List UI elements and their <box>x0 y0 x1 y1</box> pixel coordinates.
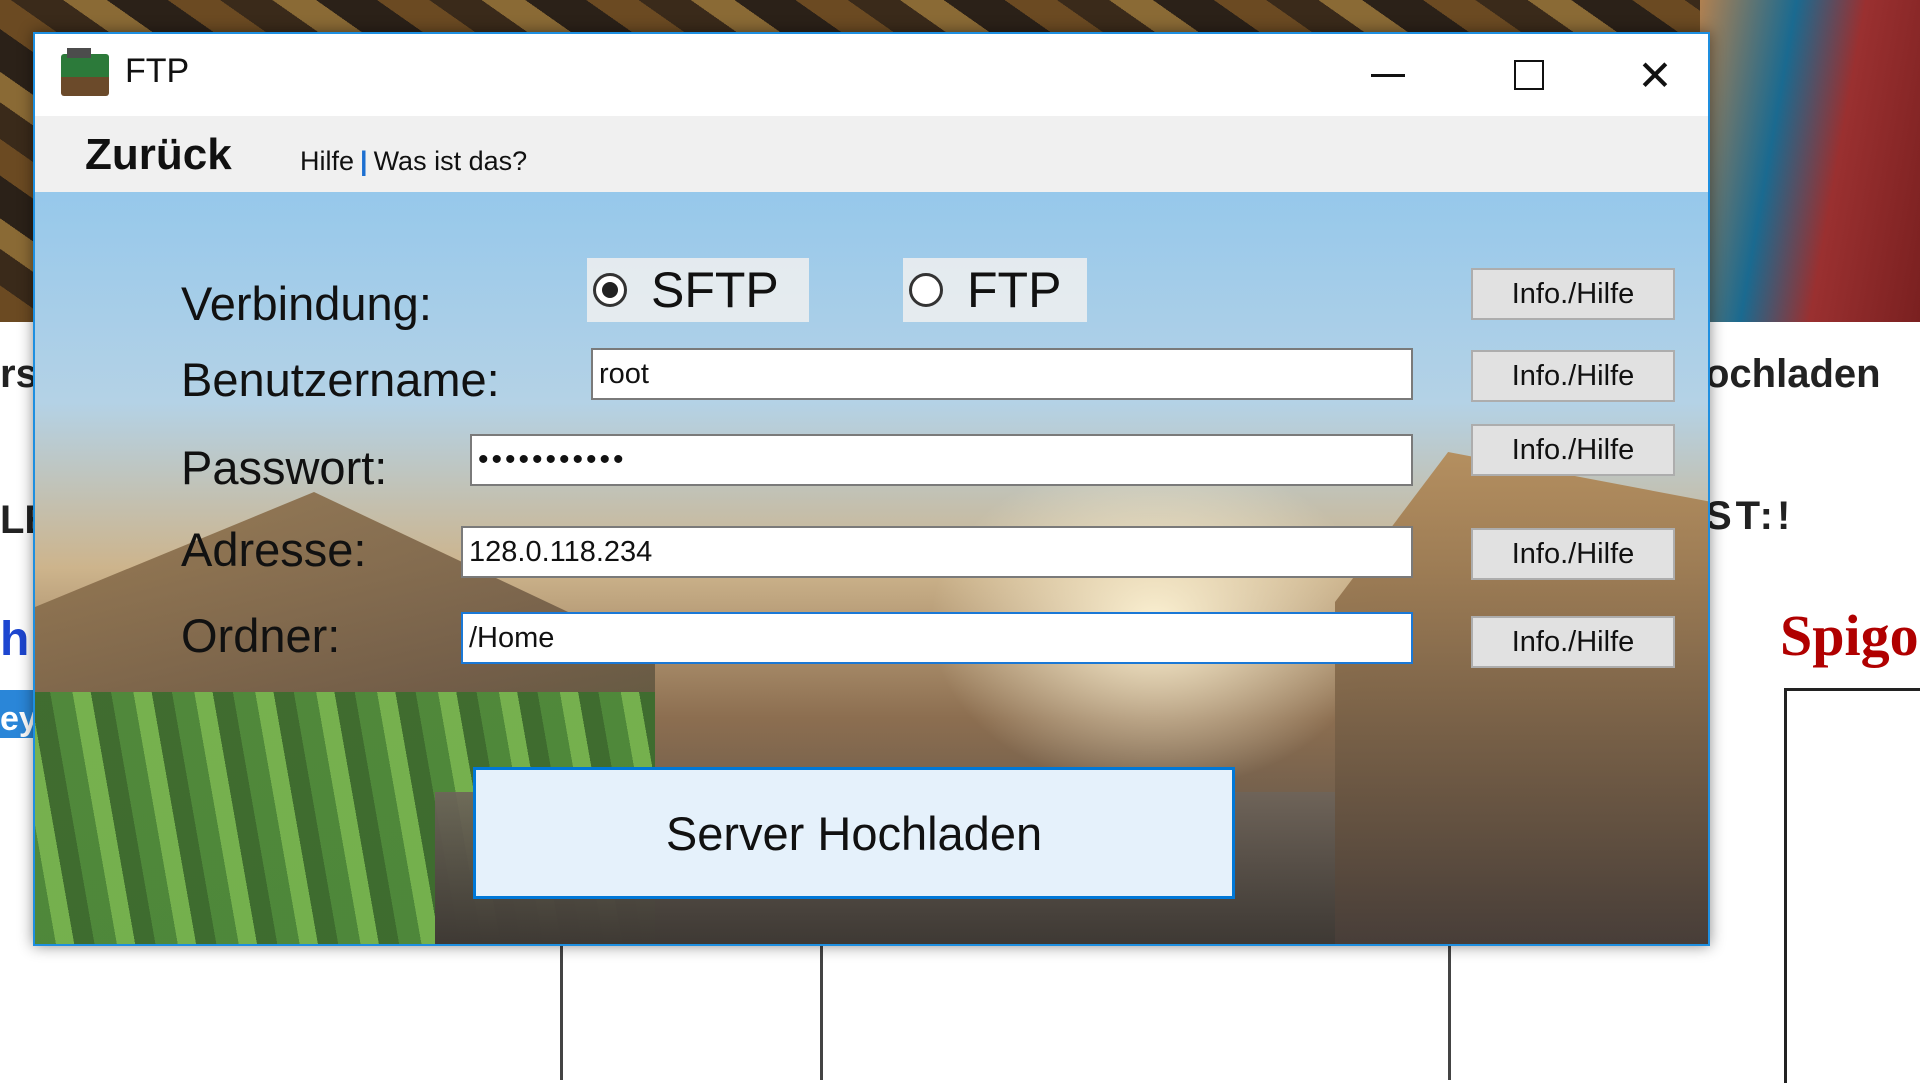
minimize-button[interactable] <box>1318 34 1458 116</box>
title-bar[interactable]: FTP ✕ <box>35 34 1708 116</box>
help-link[interactable]: Hilfe <box>300 146 354 176</box>
background-text-fragment: ST:! <box>1705 494 1795 538</box>
radio-ftp-label: FTP <box>967 262 1062 318</box>
info-button-connection[interactable]: Info./Hilfe <box>1471 268 1675 320</box>
info-button-address[interactable]: Info./Hilfe <box>1471 528 1675 580</box>
menu-bar: Zurück Hilfe | Was ist das? <box>35 116 1708 192</box>
back-link[interactable]: Zurück <box>85 130 232 180</box>
address-label: Adresse: <box>181 523 367 576</box>
info-button-folder[interactable]: Info./Hilfe <box>1471 616 1675 668</box>
help-separator: | <box>360 146 368 176</box>
folder-field[interactable]: /Home <box>461 612 1413 664</box>
password-label: Passwort: <box>181 441 388 494</box>
maximize-button[interactable] <box>1459 34 1599 116</box>
background-divider <box>820 945 823 1080</box>
radio-unchecked-icon <box>909 273 943 307</box>
background-divider <box>560 945 563 1080</box>
background-text-fragment: ochladen <box>1705 352 1881 396</box>
window-title: FTP <box>125 52 190 90</box>
form-panel: Verbindung: SFTP FTP Info./Hilfe Benutze… <box>35 192 1708 944</box>
folder-label: Ordner: <box>181 609 341 662</box>
server-upload-button[interactable]: Server Hochladen <box>473 767 1235 899</box>
maximize-icon <box>1514 60 1544 90</box>
username-label: Benutzername: <box>181 353 500 406</box>
background-text-fragment: h <box>0 613 30 666</box>
ftp-window: FTP ✕ Zurück Hilfe | Was ist das? Verbindu… <box>33 32 1710 946</box>
close-icon: ✕ <box>1637 51 1673 99</box>
minecraft-grass-block-icon <box>61 48 109 96</box>
radio-ftp[interactable]: FTP <box>903 258 1087 322</box>
radio-sftp-label: SFTP <box>651 262 779 318</box>
background-logo-image <box>1700 0 1920 322</box>
info-button-username[interactable]: Info./Hilfe <box>1471 350 1675 402</box>
help-links: Hilfe | Was ist das? <box>300 146 527 177</box>
background-text-fragment: Spigo <box>1780 603 1919 668</box>
radio-sftp[interactable]: SFTP <box>587 258 809 322</box>
connection-label: Verbindung: <box>181 277 432 330</box>
password-field[interactable]: ••••••••••• <box>470 434 1413 486</box>
what-is-this-link[interactable]: Was ist das? <box>374 146 528 176</box>
username-field[interactable]: root <box>591 348 1413 400</box>
address-field[interactable]: 128.0.118.234 <box>461 526 1413 578</box>
minimize-icon <box>1371 73 1405 77</box>
background-panel <box>1784 688 1920 1083</box>
radio-checked-icon <box>593 273 627 307</box>
background-divider <box>1448 945 1451 1080</box>
close-button[interactable]: ✕ <box>1601 34 1709 116</box>
info-button-password[interactable]: Info./Hilfe <box>1471 424 1675 476</box>
